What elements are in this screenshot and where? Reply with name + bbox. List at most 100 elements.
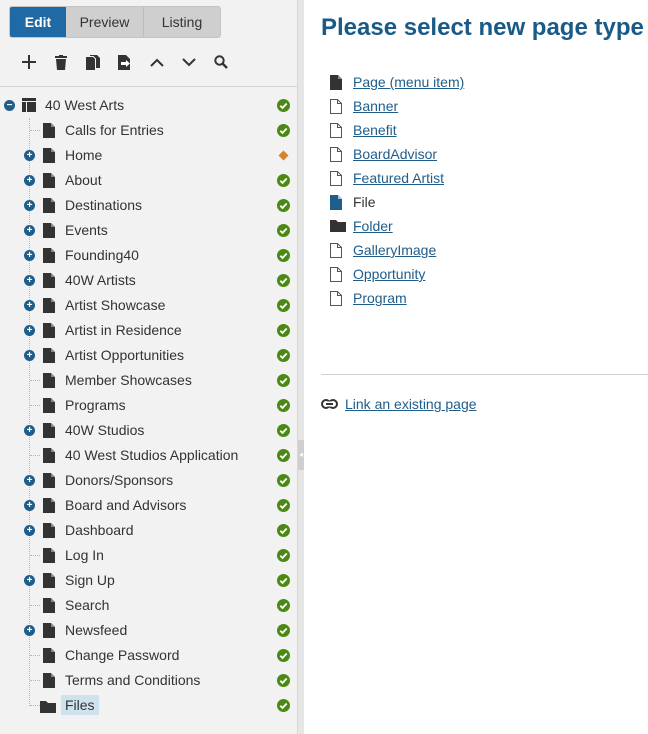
tree-node-label[interactable]: Search — [65, 597, 109, 613]
tree-node-label[interactable]: About — [65, 172, 102, 188]
tree-node-label[interactable]: 40W Studios — [65, 422, 144, 438]
tree-node-search[interactable]: Search — [0, 593, 297, 618]
tree-node-label[interactable]: Files — [61, 695, 99, 715]
tree-node-artist-showcase[interactable]: + Artist Showcase — [0, 293, 297, 318]
tree-node-root[interactable]: − 40 West Arts — [0, 93, 297, 118]
tree-node-newsfeed[interactable]: + Newsfeed — [0, 618, 297, 643]
tree-node-label[interactable]: Artist Opportunities — [65, 347, 184, 363]
delete-page-button[interactable] — [45, 48, 77, 76]
site-root-icon — [22, 98, 36, 117]
tree-node-label[interactable]: Newsfeed — [65, 622, 127, 638]
tree-node-label[interactable]: Donors/Sponsors — [65, 472, 173, 488]
tree-node-label[interactable]: Programs — [65, 397, 126, 413]
tree-node-label[interactable]: Calls for Entries — [65, 122, 164, 138]
tree-node-board-and-advisors[interactable]: + Board and Advisors — [0, 493, 297, 518]
tree-node-log-in[interactable]: Log In — [0, 543, 297, 568]
link-existing-page-link[interactable]: Link an existing page — [345, 396, 477, 412]
page-type-link[interactable]: Page (menu item) — [353, 74, 464, 90]
tree-node-artist-opportunities[interactable]: + Artist Opportunities — [0, 343, 297, 368]
tree-node-change-password[interactable]: Change Password — [0, 643, 297, 668]
expand-icon[interactable]: + — [24, 150, 35, 161]
published-status-icon — [277, 574, 290, 587]
collapse-panel-handle[interactable]: ◂ — [298, 440, 304, 470]
page-type-benefit: Benefit — [330, 118, 464, 142]
tree-node-events[interactable]: + Events — [0, 218, 297, 243]
tree-node-files[interactable]: Files — [0, 693, 297, 718]
tree-node-programs[interactable]: Programs — [0, 393, 297, 418]
tree-node-donors-sponsors[interactable]: + Donors/Sponsors — [0, 468, 297, 493]
published-status-icon — [277, 124, 290, 137]
tree-node-founding40[interactable]: + Founding40 — [0, 243, 297, 268]
add-page-button[interactable] — [13, 48, 45, 76]
page-title: Please select new page type — [321, 14, 644, 41]
page-type-link[interactable]: Featured Artist — [353, 170, 444, 186]
collapse-icon[interactable]: − — [4, 100, 15, 111]
tree-node-label[interactable]: 40W Artists — [65, 272, 136, 288]
tree-node-label[interactable]: Sign Up — [65, 572, 115, 588]
tree-node-destinations[interactable]: + Destinations — [0, 193, 297, 218]
move-up-button[interactable] — [141, 48, 173, 76]
expand-icon[interactable]: + — [24, 175, 35, 186]
tree-node-label[interactable]: Member Showcases — [65, 372, 192, 388]
tree-toolbar — [13, 48, 237, 76]
copy-page-button[interactable] — [77, 48, 109, 76]
tree-node-label[interactable]: Founding40 — [65, 247, 139, 263]
page-type-link[interactable]: Program — [353, 290, 407, 306]
tab-preview[interactable]: Preview — [66, 7, 144, 37]
expand-icon[interactable]: + — [24, 575, 35, 586]
tree-node-label[interactable]: Board and Advisors — [65, 497, 186, 513]
tree-node-home[interactable]: + Home — [0, 143, 297, 168]
tree-node-dashboard[interactable]: + Dashboard — [0, 518, 297, 543]
tree-node-40w-studios[interactable]: +40W Studios — [0, 418, 297, 443]
tree-node-member-showcases[interactable]: Member Showcases — [0, 368, 297, 393]
page-type-link[interactable]: GalleryImage — [353, 242, 436, 258]
tree-node-artist-in-residence[interactable]: + Artist in Residence — [0, 318, 297, 343]
tree-node-label[interactable]: Log In — [65, 547, 104, 563]
tree-node-label[interactable]: Dashboard — [65, 522, 134, 538]
expand-icon[interactable]: + — [24, 475, 35, 486]
tree-node-label[interactable]: Home — [65, 147, 102, 163]
tree-node-about[interactable]: + About — [0, 168, 297, 193]
page-type-link[interactable]: Opportunity — [353, 266, 425, 282]
expand-icon[interactable]: + — [24, 225, 35, 236]
tree-node-sign-up[interactable]: + Sign Up — [0, 568, 297, 593]
expand-icon[interactable]: + — [24, 325, 35, 336]
tree-node-label[interactable]: Events — [65, 222, 108, 238]
page-type-link[interactable]: BoardAdvisor — [353, 146, 437, 162]
published-status-icon — [277, 424, 290, 437]
tree-node-label[interactable]: 40 West Studios Application — [65, 447, 238, 463]
page-type-link[interactable]: Banner — [353, 98, 398, 114]
published-status-icon — [277, 699, 290, 712]
plus-icon — [22, 55, 36, 69]
page-type-link[interactable]: Benefit — [353, 122, 397, 138]
folder-icon — [40, 700, 56, 718]
search-tree-button[interactable] — [205, 48, 237, 76]
tree-node-label[interactable]: 40 West Arts — [45, 97, 124, 113]
expand-icon[interactable]: + — [24, 200, 35, 211]
tree-node-label[interactable]: Destinations — [65, 197, 142, 213]
panel-splitter[interactable]: ◂ — [297, 0, 304, 734]
page-type-link[interactable]: Folder — [353, 218, 393, 234]
tree-node-label[interactable]: Artist Showcase — [65, 297, 165, 313]
expand-icon[interactable]: + — [24, 250, 35, 261]
page-outline-icon — [330, 146, 353, 162]
expand-icon[interactable]: + — [24, 425, 35, 436]
expand-icon[interactable]: + — [24, 525, 35, 536]
tree-node-40-west-studios-application[interactable]: 40 West Studios Application — [0, 443, 297, 468]
tree-node-label[interactable]: Terms and Conditions — [65, 672, 200, 688]
expand-icon[interactable]: + — [24, 275, 35, 286]
expand-icon[interactable]: + — [24, 350, 35, 361]
tab-listing[interactable]: Listing — [144, 7, 220, 37]
move-down-button[interactable] — [173, 48, 205, 76]
move-page-button[interactable] — [109, 48, 141, 76]
tree-node-calls-for-entries[interactable]: Calls for Entries — [0, 118, 297, 143]
tab-edit[interactable]: Edit — [10, 7, 66, 37]
expand-icon[interactable]: + — [24, 500, 35, 511]
tree-node-terms-and-conditions[interactable]: Terms and Conditions — [0, 668, 297, 693]
tree-node-label[interactable]: Artist in Residence — [65, 322, 182, 338]
tree-node-label[interactable]: Change Password — [65, 647, 179, 663]
expand-icon[interactable]: + — [24, 625, 35, 636]
tree-node-40w-artists[interactable]: +40W Artists — [0, 268, 297, 293]
page-icon — [43, 273, 55, 293]
expand-icon[interactable]: + — [24, 300, 35, 311]
